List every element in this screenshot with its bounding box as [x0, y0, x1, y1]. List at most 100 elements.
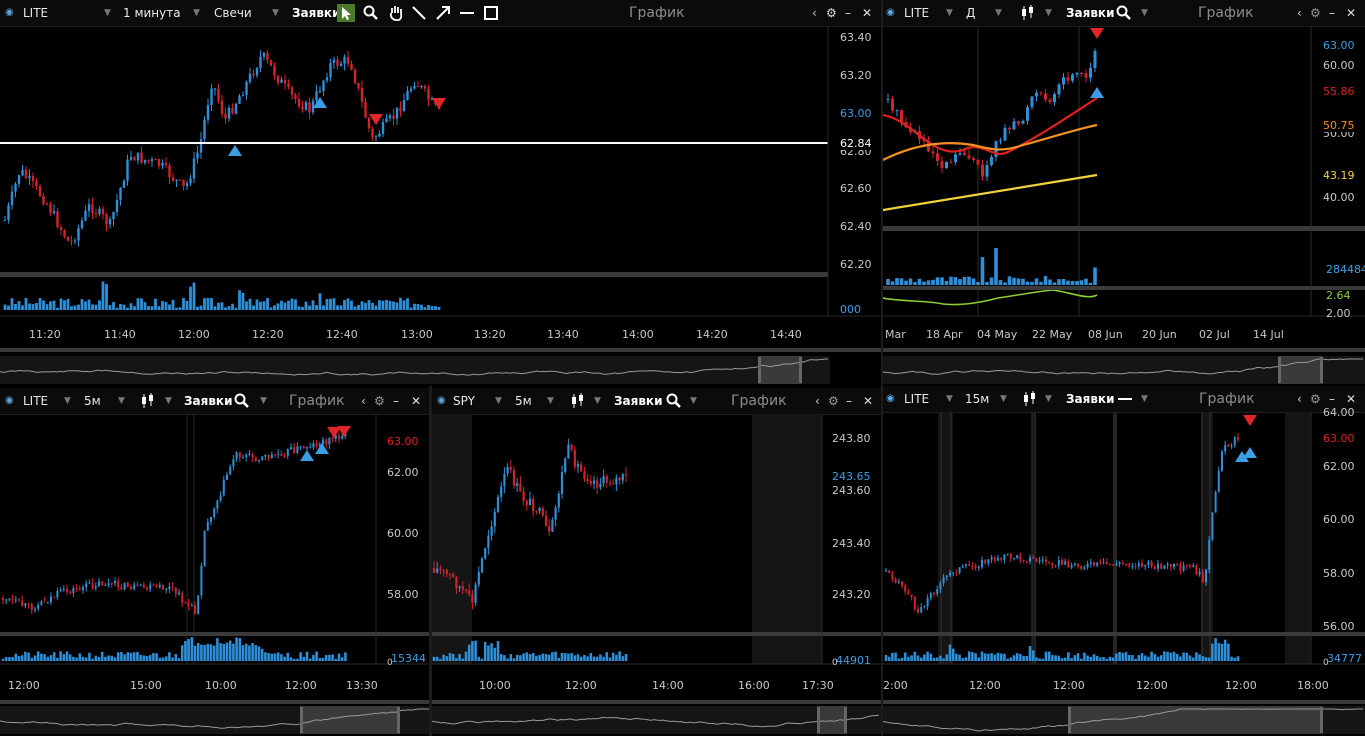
volume-bar — [964, 657, 968, 661]
candle — [213, 88, 217, 90]
volume-bar — [322, 305, 325, 310]
pane-separator[interactable] — [432, 632, 881, 636]
candle — [87, 204, 91, 211]
volume-bar — [381, 300, 385, 310]
volume-bar — [490, 643, 493, 661]
volume-bar — [923, 654, 926, 661]
pane-separator[interactable] — [883, 286, 1365, 290]
volume-bar — [171, 299, 175, 310]
candle — [154, 159, 157, 161]
volume-bar — [395, 302, 399, 310]
volume-bar — [11, 657, 14, 661]
volume-bar — [891, 652, 894, 661]
volume-bar — [91, 304, 94, 310]
volume-bar — [364, 302, 367, 310]
candle — [1166, 563, 1169, 566]
candle — [1150, 561, 1153, 567]
candle — [954, 154, 957, 163]
volume-bar — [49, 655, 53, 661]
volume-bar — [1105, 658, 1109, 661]
candle — [1045, 559, 1047, 562]
candle — [931, 151, 935, 154]
volume-bar — [993, 654, 997, 661]
volume-bar — [216, 638, 219, 661]
volume-bar — [895, 278, 899, 285]
volume-bar — [515, 654, 519, 661]
pane-separator[interactable] — [883, 632, 1365, 636]
volume-label: 44901 — [836, 654, 871, 667]
candle — [216, 500, 219, 509]
candle — [224, 113, 227, 119]
candle — [367, 117, 371, 129]
volume-bar — [52, 300, 56, 310]
candle — [194, 605, 196, 614]
signal-up-marker — [1243, 447, 1257, 458]
candle — [1057, 560, 1060, 567]
candle — [136, 152, 140, 161]
candle — [206, 521, 209, 531]
volume-bar — [1034, 278, 1039, 285]
candle — [997, 558, 999, 561]
volume-bar — [1044, 651, 1048, 661]
volume-bar — [430, 306, 434, 310]
time-tick: 14:40 — [770, 328, 802, 341]
volume-bar — [353, 306, 357, 310]
candle — [891, 573, 894, 579]
signal-up-marker — [1090, 87, 1104, 98]
volume-bar — [525, 652, 529, 661]
panel-divider[interactable] — [429, 386, 432, 736]
volume-bar — [360, 301, 364, 310]
volume-bar — [435, 656, 439, 661]
volume-bar — [944, 280, 949, 285]
price-chart[interactable] — [883, 386, 1365, 736]
pane-separator[interactable] — [0, 632, 429, 636]
navigator-window — [758, 356, 802, 384]
candle — [197, 595, 200, 614]
candle — [993, 557, 996, 561]
volume-bar — [971, 278, 976, 285]
chart-panel-lite-5m: ◉ LITE ▼ 5м ▼ ▼ Заявки ▼ График ‹ ⚙ – ✕ … — [0, 388, 429, 736]
volume-bar — [164, 302, 168, 310]
time-tick: 12:20 — [252, 328, 284, 341]
candle — [1013, 558, 1015, 560]
volume-bar — [554, 651, 557, 661]
time-tick: 12:00 — [1053, 679, 1085, 692]
candle — [1211, 512, 1214, 540]
candle — [174, 587, 177, 595]
volume-bar — [423, 307, 427, 310]
volume-bar — [36, 651, 40, 661]
candle — [10, 191, 14, 206]
candle — [34, 608, 36, 611]
pane-separator[interactable] — [883, 226, 1365, 231]
candle — [1035, 558, 1038, 561]
candle — [11, 598, 14, 600]
volume-bar — [112, 302, 115, 310]
panel-divider[interactable] — [881, 0, 883, 736]
volume-bar — [445, 656, 449, 661]
candle — [262, 52, 266, 57]
candle — [958, 153, 962, 155]
candle — [1054, 565, 1057, 567]
candle — [886, 99, 890, 101]
volume-bar — [948, 644, 952, 661]
candle — [968, 564, 971, 566]
volume-bar — [305, 651, 309, 661]
candle — [168, 165, 171, 178]
time-tick: 2:00 — [883, 679, 908, 692]
candle — [219, 495, 222, 501]
volume-bar — [329, 298, 332, 310]
candle — [210, 516, 212, 522]
candle — [413, 86, 416, 89]
pane-separator[interactable] — [0, 272, 828, 277]
candle — [280, 453, 283, 456]
volume-bar — [1057, 279, 1061, 285]
volume-bar — [8, 657, 11, 661]
signal-down-marker — [1090, 28, 1104, 39]
candle — [907, 591, 910, 595]
candle — [52, 211, 56, 214]
volume-bar — [68, 654, 72, 661]
candle — [1205, 569, 1207, 583]
volume-bar — [273, 653, 277, 661]
candle — [564, 458, 567, 472]
volume-bar — [87, 299, 91, 310]
